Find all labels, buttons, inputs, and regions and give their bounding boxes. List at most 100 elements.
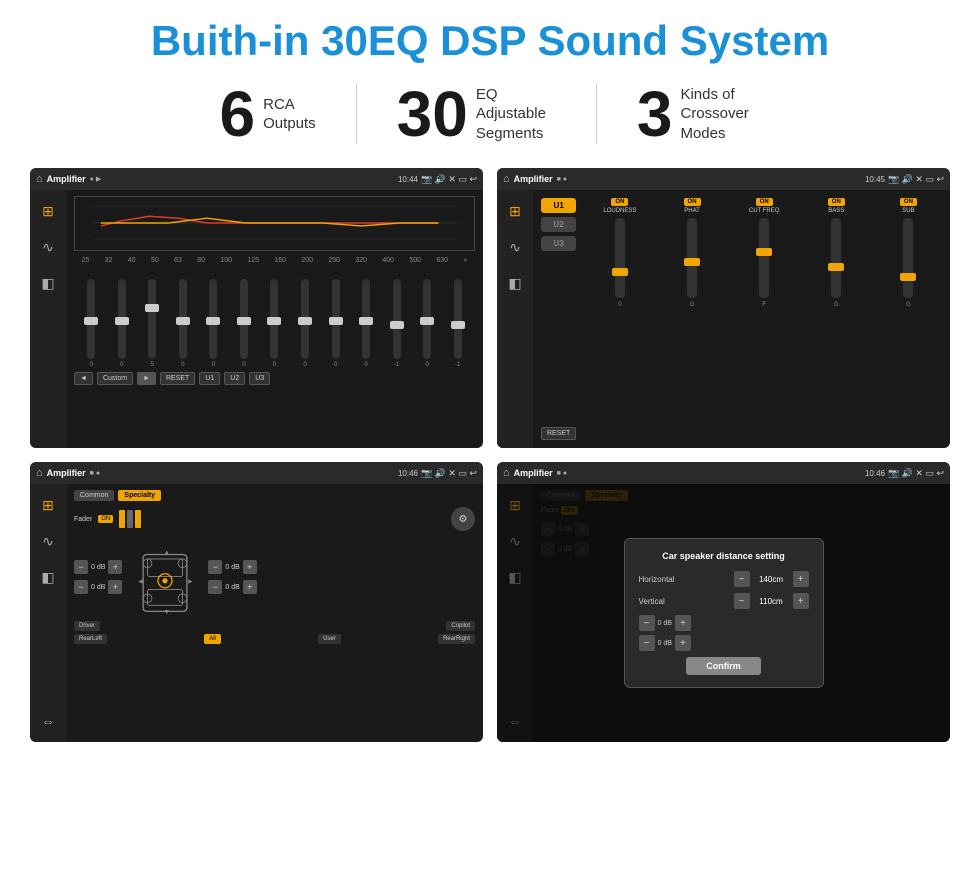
dialog-db2-minus[interactable]: − [639, 635, 655, 651]
btn-all[interactable]: All [204, 634, 221, 644]
db-plus-fl[interactable]: + [108, 560, 122, 574]
db-plus-fr[interactable]: + [243, 560, 257, 574]
sidebar-dsp-vol-icon[interactable]: ◧ [502, 270, 528, 296]
slider-track-5[interactable] [209, 279, 217, 359]
home-icon-dialog[interactable]: ⌂ [503, 467, 510, 479]
sub-on-badge[interactable]: ON [900, 198, 917, 206]
phat-on-badge[interactable]: ON [684, 198, 701, 206]
slider-thumb-9[interactable] [329, 317, 343, 325]
slider-thumb-5[interactable] [206, 317, 220, 325]
fader-bar-2[interactable] [127, 510, 133, 528]
dsp-reset-btn[interactable]: RESET [541, 427, 576, 440]
tab-specialty[interactable]: Specialty [118, 490, 161, 501]
sub-slider[interactable] [903, 218, 913, 298]
sidebar-fader-eq[interactable]: ⊞ [35, 492, 61, 518]
slider-col-3: 5 [139, 279, 166, 368]
db-minus-rr[interactable]: − [208, 580, 222, 594]
phat-thumb[interactable] [684, 258, 700, 266]
dialog-db2-plus[interactable]: + [675, 635, 691, 651]
dialog-horizontal-plus[interactable]: + [793, 571, 809, 587]
eq-prev-btn[interactable]: ◄ [74, 372, 93, 385]
sidebar-vol-icon[interactable]: ◧ [35, 270, 61, 296]
bass-on-badge[interactable]: ON [828, 198, 845, 206]
db-control-rl: − 0 dB + [74, 580, 122, 594]
tab-row: Common Specialty [74, 490, 475, 501]
btn-copilot[interactable]: Copilot [446, 621, 475, 631]
loudness-slider[interactable] [615, 218, 625, 298]
sidebar-dsp-eq-icon[interactable]: ⊞ [502, 198, 528, 224]
dialog-vertical-minus[interactable]: − [734, 593, 750, 609]
eq-u1-btn[interactable]: U1 [199, 372, 220, 385]
dialog-horizontal-minus[interactable]: − [734, 571, 750, 587]
slider-thumb-6[interactable] [237, 317, 251, 325]
db-minus-rl[interactable]: − [74, 580, 88, 594]
slider-thumb-1[interactable] [84, 317, 98, 325]
cutfreq-thumb[interactable] [756, 248, 772, 256]
slider-track-3[interactable] [148, 279, 156, 359]
slider-track-1[interactable] [87, 279, 95, 359]
cutfreq-label: CUT FREQ [749, 208, 780, 214]
sidebar-fader-wave[interactable]: ∿ [35, 528, 61, 554]
slider-track-10[interactable] [362, 279, 370, 359]
phat-slider[interactable] [687, 218, 697, 298]
eq-preset-custom[interactable]: Custom [97, 372, 133, 385]
db-plus-rr[interactable]: + [243, 580, 257, 594]
slider-thumb-8[interactable] [298, 317, 312, 325]
cutfreq-slider[interactable] [759, 218, 769, 298]
eq-u3-btn[interactable]: U3 [249, 372, 270, 385]
cutfreq-on-badge[interactable]: ON [756, 198, 773, 206]
slider-track-2[interactable] [118, 279, 126, 359]
settings-icon[interactable]: ⚙ [451, 507, 475, 531]
confirm-button[interactable]: Confirm [686, 657, 761, 675]
slider-thumb-11[interactable] [390, 321, 404, 329]
slider-thumb-3[interactable] [145, 304, 159, 312]
slider-thumb-2[interactable] [115, 317, 129, 325]
loudness-thumb[interactable] [612, 268, 628, 276]
slider-thumb-13[interactable] [451, 321, 465, 329]
dialog-db1-plus[interactable]: + [675, 615, 691, 631]
slider-track-6[interactable] [240, 279, 248, 359]
home-icon-fader[interactable]: ⌂ [36, 467, 43, 479]
slider-track-9[interactable] [332, 279, 340, 359]
dsp-u1-btn[interactable]: U1 [541, 198, 576, 213]
slider-track-11[interactable] [393, 279, 401, 359]
home-icon[interactable]: ⌂ [36, 173, 43, 185]
sub-thumb[interactable] [900, 273, 916, 281]
home-icon-dsp[interactable]: ⌂ [503, 173, 510, 185]
sidebar-wave-icon[interactable]: ∿ [35, 234, 61, 260]
sidebar-dsp-wave-icon[interactable]: ∿ [502, 234, 528, 260]
slider-track-13[interactable] [454, 279, 462, 359]
sidebar-fader-vol[interactable]: ◧ [35, 564, 61, 590]
slider-track-4[interactable] [179, 279, 187, 359]
eq-play-btn[interactable]: ► [137, 372, 156, 385]
slider-thumb-12[interactable] [420, 317, 434, 325]
sidebar-eq-icon[interactable]: ⊞ [35, 198, 61, 224]
dialog-vertical-plus[interactable]: + [793, 593, 809, 609]
tab-common[interactable]: Common [74, 490, 114, 501]
loudness-on-badge[interactable]: ON [611, 198, 628, 206]
slider-thumb-10[interactable] [359, 317, 373, 325]
bass-thumb[interactable] [828, 263, 844, 271]
fader-bar-3[interactable] [135, 510, 141, 528]
slider-track-8[interactable] [301, 279, 309, 359]
eq-u2-btn[interactable]: U2 [224, 372, 245, 385]
db-minus-fr[interactable]: − [208, 560, 222, 574]
eq-reset-btn[interactable]: RESET [160, 372, 195, 385]
fader-on-badge[interactable]: ON [98, 515, 113, 523]
slider-thumb-4[interactable] [176, 317, 190, 325]
bass-slider[interactable] [831, 218, 841, 298]
slider-track-12[interactable] [423, 279, 431, 359]
slider-track-7[interactable] [270, 279, 278, 359]
slider-thumb-7[interactable] [267, 317, 281, 325]
btn-user[interactable]: User [318, 634, 341, 644]
dialog-db1-minus[interactable]: − [639, 615, 655, 631]
btn-driver[interactable]: Driver [74, 621, 100, 631]
sidebar-fader-expand[interactable]: ⇔ [35, 708, 61, 734]
btn-rearright[interactable]: RearRight [438, 634, 475, 644]
db-plus-rl[interactable]: + [108, 580, 122, 594]
db-minus-fl[interactable]: − [74, 560, 88, 574]
fader-bar-1[interactable] [119, 510, 125, 528]
dsp-u3-btn[interactable]: U3 [541, 236, 576, 251]
dsp-u2-btn[interactable]: U2 [541, 217, 576, 232]
btn-rearleft[interactable]: RearLeft [74, 634, 107, 644]
